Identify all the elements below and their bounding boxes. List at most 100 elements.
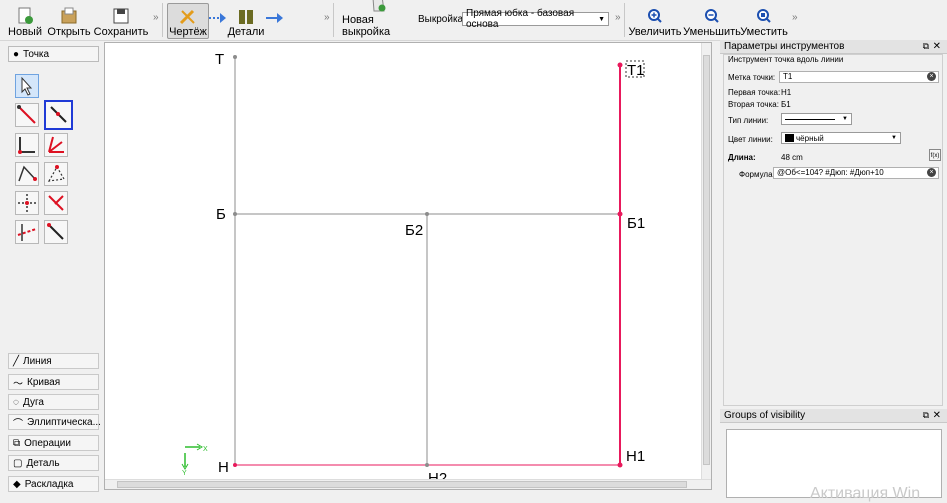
- group-elliptical[interactable]: ⌒ Эллиптическа...: [8, 414, 101, 430]
- label-b1: Б1: [627, 215, 645, 232]
- axis-x-label: X: [203, 446, 208, 453]
- tool-bisector[interactable]: [44, 133, 68, 157]
- line-type-select[interactable]: ▼: [781, 113, 852, 125]
- tool-along-line[interactable]: [44, 100, 73, 130]
- open-button[interactable]: Открыть: [47, 2, 91, 38]
- fit-button[interactable]: Уместить: [740, 2, 788, 38]
- line-sample-icon: [785, 118, 835, 120]
- point-h[interactable]: [233, 463, 237, 467]
- formula-value: @Об<=104? #Дюп: #Дюп+10: [777, 168, 884, 177]
- zoom-in-button[interactable]: Увеличить: [628, 2, 682, 38]
- zoom-in-label: Увеличить: [628, 26, 682, 38]
- point-t1[interactable]: [617, 62, 623, 68]
- vertical-scroll-thumb[interactable]: [703, 55, 710, 465]
- formula-caption: Формула: [739, 170, 773, 179]
- point-h1[interactable]: [617, 462, 623, 468]
- group-curve[interactable]: 〜 Кривая: [8, 374, 99, 390]
- vertical-scrollbar[interactable]: [701, 43, 711, 479]
- point-h2[interactable]: [425, 463, 429, 467]
- group-operations[interactable]: ⧉ Операции: [8, 435, 99, 451]
- line-color-select[interactable]: чёрный ▼: [781, 132, 901, 144]
- point-t[interactable]: [233, 55, 237, 59]
- draft-mode-button[interactable]: Чертёж: [167, 3, 209, 39]
- group-layout-label: Раскладка: [24, 478, 74, 490]
- save-button[interactable]: Сохранить: [93, 2, 149, 38]
- tool-point-of-contact[interactable]: [15, 220, 39, 244]
- label-h: Н: [218, 459, 229, 476]
- chevron-down-icon: ▼: [842, 116, 848, 122]
- toolbar-separator: [162, 3, 163, 37]
- group-detail[interactable]: ▢ Деталь: [8, 455, 99, 471]
- drawing-canvas[interactable]: Т Т1 Б Б2 Б1 Н Н2 Н1 X Y: [104, 42, 712, 490]
- zoom-out-icon: [703, 7, 721, 25]
- new-pattern-button[interactable]: Новая выкройка: [342, 0, 414, 38]
- close-icon[interactable]: ✕: [933, 409, 941, 422]
- tool-shoulder[interactable]: [15, 162, 39, 186]
- pattern-select[interactable]: Прямая юбка - базовая основа ▼: [462, 8, 609, 30]
- line-type-caption: Тип линии:: [728, 116, 769, 125]
- tool-triangle[interactable]: [44, 162, 68, 186]
- zoom-out-label: Уменьшить: [683, 26, 741, 38]
- toolbar-grip-icon: »: [324, 12, 330, 23]
- point-b1[interactable]: [617, 211, 623, 217]
- open-folder-icon: [60, 7, 78, 25]
- close-icon[interactable]: ✕: [933, 40, 941, 53]
- detail-icon: ▢: [13, 457, 23, 469]
- point-b2[interactable]: [425, 212, 429, 216]
- triangle-icon: [47, 165, 65, 182]
- tools-panel: ● Точка ╱ Линия 〜 Кривая ◌ Дуга ⌒ Эллипт…: [0, 41, 103, 502]
- arrow-right-icon: [266, 12, 284, 27]
- group-arc[interactable]: ◌ Дуга: [8, 394, 99, 410]
- pattern-select-label: Выкройка:: [418, 14, 466, 25]
- clear-point-label-icon[interactable]: ×: [927, 72, 936, 81]
- layout-icon: ◆: [13, 478, 21, 490]
- save-button-label: Сохранить: [93, 26, 149, 38]
- details-mode-button[interactable]: Детали: [228, 2, 264, 38]
- point-label-input[interactable]: Т1: [779, 71, 939, 83]
- tool-params-body: Инструмент точка вдоль линии Метка точки…: [723, 54, 943, 406]
- group-curve-label: Кривая: [27, 376, 61, 388]
- float-icon[interactable]: ⧉: [923, 40, 929, 53]
- tool-line-intersect[interactable]: [44, 191, 68, 215]
- toolbar-grip-icon: »: [153, 12, 159, 23]
- toolbar-grip-icon: »: [615, 12, 621, 23]
- along-line-icon: [50, 106, 67, 123]
- zoom-out-button[interactable]: Уменьшить: [683, 2, 741, 38]
- tool-params-panel: Параметры инструментов ⧉ ✕ Инструмент то…: [720, 40, 947, 408]
- tool-params-title: Параметры инструментов: [724, 41, 845, 52]
- toolbar-grip-icon: »: [792, 12, 798, 23]
- clear-formula-icon[interactable]: ×: [927, 168, 936, 177]
- group-point[interactable]: ● Точка: [8, 46, 99, 62]
- bullet-icon: ●: [13, 48, 20, 60]
- formula-wizard-button[interactable]: f(x): [929, 149, 941, 161]
- elliptical-arc-icon: ⌒: [13, 418, 23, 430]
- bisector-icon: [48, 136, 64, 153]
- float-icon[interactable]: ⧉: [923, 409, 929, 422]
- group-layout[interactable]: ◆ Раскладка: [8, 476, 99, 492]
- point-label-value: Т1: [783, 72, 793, 81]
- pointer-tool[interactable]: [15, 74, 39, 98]
- formula-input[interactable]: @Об<=104? #Дюп: #Дюп+10: [773, 167, 939, 179]
- draft-pencil-icon: [179, 7, 197, 25]
- group-line[interactable]: ╱ Линия: [8, 353, 99, 369]
- tool-line-angle[interactable]: [44, 220, 68, 244]
- toolbar-separator: [333, 3, 334, 37]
- horizontal-scroll-thumb[interactable]: [117, 481, 687, 488]
- pattern-drawing: Т Т1 Б Б2 Б1 Н Н2 Н1 X Y: [181, 51, 645, 487]
- contact-icon: [17, 224, 37, 241]
- tool-endline[interactable]: [15, 103, 39, 127]
- tool-normal[interactable]: [15, 133, 39, 157]
- horizontal-scrollbar[interactable]: [105, 479, 711, 489]
- point-b[interactable]: [233, 212, 237, 216]
- new-button-label: Новый: [8, 26, 42, 38]
- tool-height[interactable]: [15, 191, 39, 215]
- color-swatch: [785, 134, 794, 142]
- arc-icon: ◌: [13, 396, 19, 408]
- fx-icon: f(x): [930, 153, 940, 159]
- groups-visibility-titlebar: Groups of visibility ⧉ ✕: [720, 409, 947, 423]
- label-b: Б: [216, 206, 226, 223]
- cursor-arrow-icon: [21, 76, 33, 96]
- new-button[interactable]: Новый: [8, 2, 42, 38]
- chevron-down-icon: ▼: [891, 135, 897, 141]
- group-line-label: Линия: [23, 355, 52, 367]
